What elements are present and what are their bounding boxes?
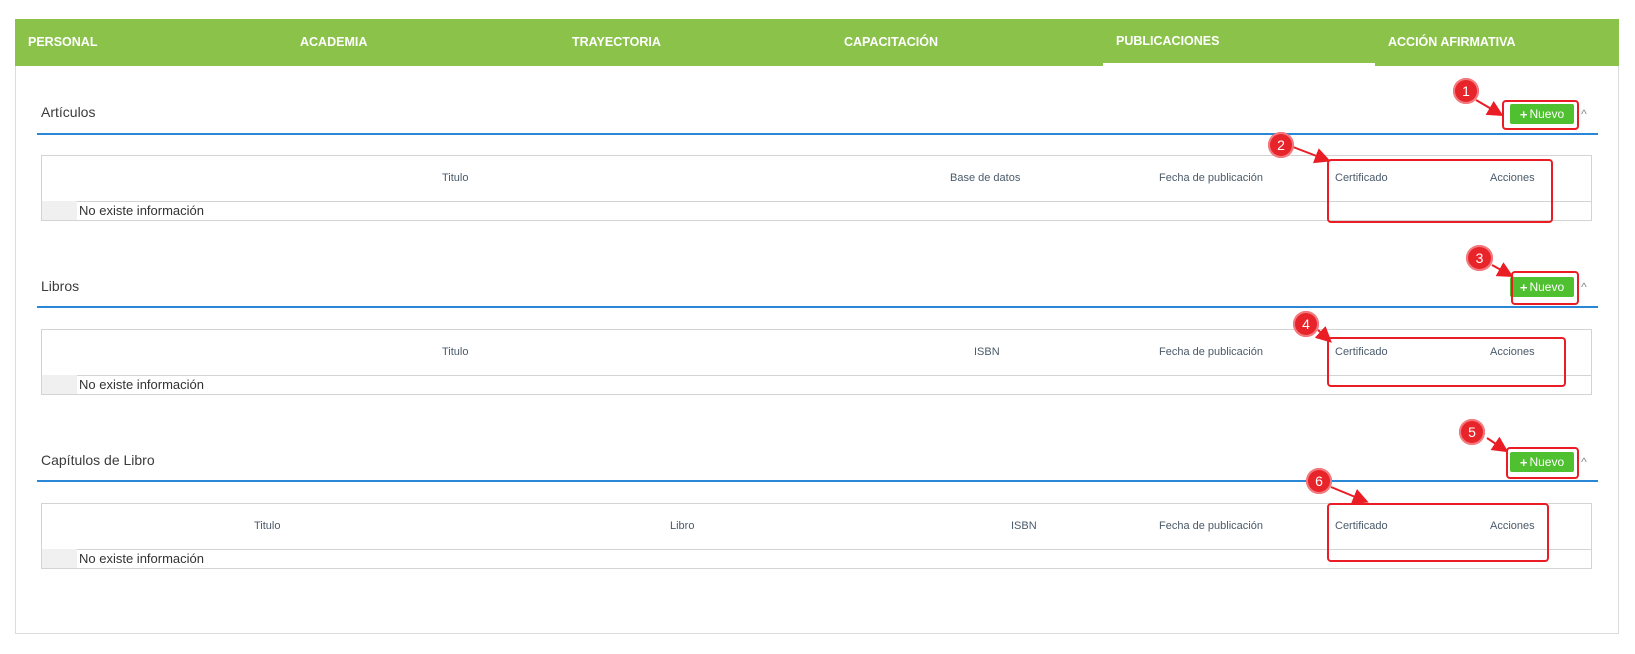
- annotation-box-5: [1506, 447, 1579, 479]
- row-shade: [42, 201, 77, 220]
- tab-capacitacion[interactable]: CAPACITACIÓN: [831, 19, 1103, 66]
- tab-academia[interactable]: ACADEMIA: [287, 19, 559, 66]
- column-header-base-datos[interactable]: Base de datos: [950, 156, 1020, 201]
- column-header-isbn[interactable]: ISBN: [1011, 504, 1037, 549]
- row-shade: [42, 549, 77, 568]
- annotation-box-6: [1327, 503, 1549, 562]
- chevron-up-icon[interactable]: ^: [1578, 281, 1590, 293]
- column-header-titulo[interactable]: Titulo: [442, 330, 469, 375]
- chevron-up-icon[interactable]: ^: [1578, 456, 1590, 468]
- empty-message: No existe información: [79, 551, 204, 566]
- tab-publicaciones[interactable]: PUBLICACIONES: [1103, 19, 1375, 66]
- empty-message: No existe información: [79, 203, 204, 218]
- annotation-marker-6: 6: [1306, 468, 1332, 494]
- section-title-articulos: Artículos: [41, 104, 96, 120]
- section-divider: [37, 306, 1598, 308]
- annotation-marker-4: 4: [1293, 311, 1319, 337]
- annotation-box-3: [1511, 271, 1579, 305]
- tab-personal[interactable]: PERSONAL: [15, 19, 287, 66]
- annotation-marker-1: 1: [1453, 78, 1479, 104]
- annotation-marker-5: 5: [1459, 419, 1485, 445]
- annotation-box-2: [1327, 159, 1553, 223]
- column-header-fecha[interactable]: Fecha de publicación: [1159, 330, 1263, 375]
- row-shade: [42, 375, 77, 394]
- column-header-libro[interactable]: Libro: [670, 504, 694, 549]
- tab-bar: PERSONAL ACADEMIA TRAYECTORIA CAPACITACI…: [15, 19, 1619, 66]
- column-header-fecha[interactable]: Fecha de publicación: [1159, 504, 1263, 549]
- section-title-capitulos: Capítulos de Libro: [41, 452, 155, 468]
- section-divider: [37, 480, 1598, 482]
- annotation-marker-2: 2: [1268, 132, 1294, 158]
- tab-trayectoria[interactable]: TRAYECTORIA: [559, 19, 831, 66]
- section-divider: [37, 133, 1598, 135]
- column-header-isbn[interactable]: ISBN: [974, 330, 1000, 375]
- column-header-titulo[interactable]: Titulo: [442, 156, 469, 201]
- section-title-libros: Libros: [41, 278, 80, 294]
- annotation-marker-3: 3: [1466, 245, 1493, 271]
- empty-message: No existe información: [79, 377, 204, 392]
- column-header-fecha[interactable]: Fecha de publicación: [1159, 156, 1263, 201]
- chevron-up-icon[interactable]: ^: [1578, 108, 1590, 120]
- tab-accion-afirmativa[interactable]: ACCIÓN AFIRMATIVA: [1375, 19, 1619, 66]
- column-header-titulo[interactable]: Titulo: [254, 504, 281, 549]
- annotation-box-4: [1327, 337, 1566, 387]
- annotation-box-1: [1502, 100, 1579, 130]
